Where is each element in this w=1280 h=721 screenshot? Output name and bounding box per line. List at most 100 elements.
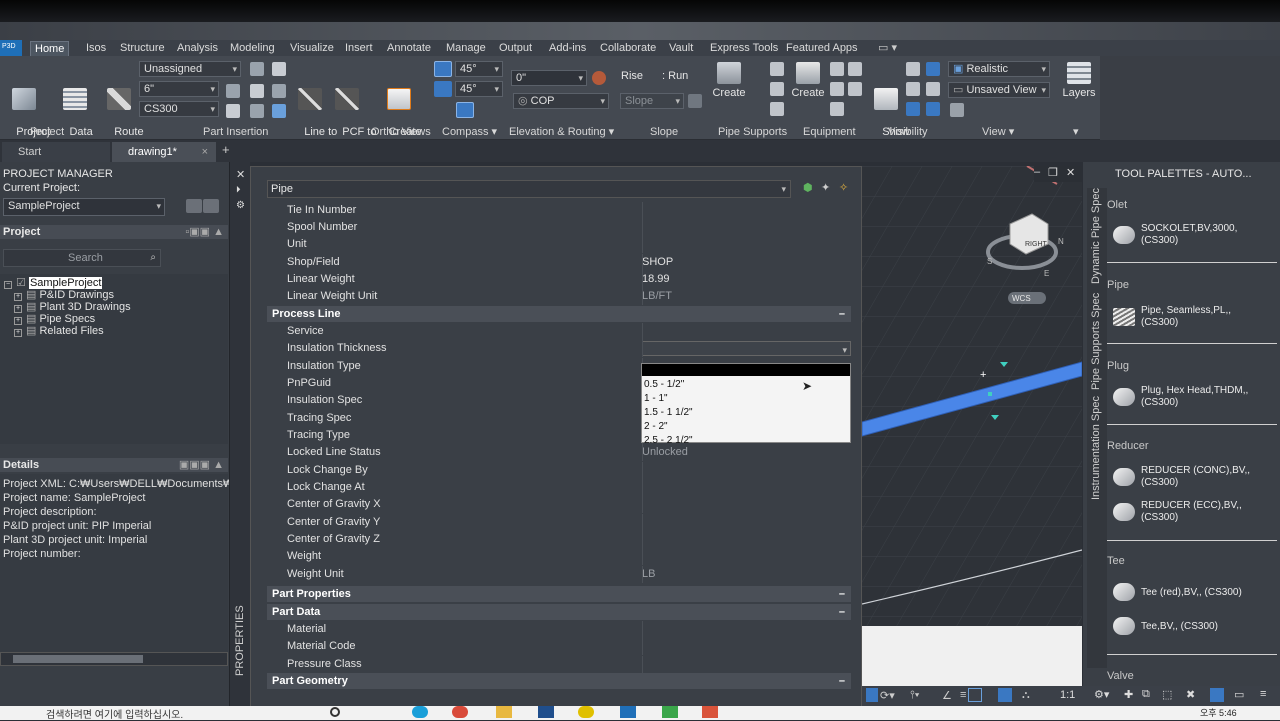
tab-insert[interactable]: Insert [341,41,377,56]
object-type-select[interactable]: Pipe ▾ [267,180,791,198]
close-tab-icon[interactable]: × [202,142,208,162]
tab-collaborate[interactable]: Collaborate [596,41,660,56]
snap-icon[interactable] [456,102,474,118]
prop-row[interactable]: Center of Gravity Z [267,531,851,548]
units-icon[interactable] [1210,688,1224,702]
pipe-size-select[interactable]: 6" [139,81,219,97]
palette-item-reducer-conc[interactable]: REDUCER (CONC),BV,, (CS300) [1109,462,1277,494]
store-icon[interactable] [538,706,554,718]
elevation-input[interactable]: 0" [511,70,587,86]
named-view-select[interactable]: ▭ Unsaved View [948,82,1050,98]
palette-item-tee-red[interactable]: Tee (red),BV,, (CS300) [1109,577,1277,609]
tab-featured-apps[interactable]: Featured Apps [782,41,862,56]
equipment-tool-icon[interactable] [830,82,844,96]
pipe-spec-select[interactable]: CS300 [139,101,219,117]
details-controls-icon[interactable]: ▣▣▣ ▲ [179,458,224,472]
tab-structure[interactable]: Structure [116,41,169,56]
tab-isos[interactable]: Isos [82,41,110,56]
prop-row[interactable]: Material [267,621,851,638]
3d-osnap-icon[interactable] [998,688,1012,702]
dropdown-option[interactable]: 1.5 - 1 1/2" [644,406,693,420]
tab-output[interactable]: Output [495,41,536,56]
prop-row[interactable]: Locked Line Status Unlocked [267,444,851,461]
tab-pipe-supports-spec[interactable]: Pipe Supports Spec [1090,293,1102,390]
visibility-tool-icon[interactable] [906,82,920,96]
panel-controls-icon[interactable]: ▫▣▣ ▲ [185,225,224,239]
kakao-icon[interactable] [578,706,594,718]
visibility-tool-icon[interactable] [906,102,920,116]
section-part-geometry[interactable]: Part Geometry – [267,673,851,689]
tab-visualize[interactable]: Visualize [286,41,338,56]
minimize-icon[interactable]: ‒ [1034,166,1040,178]
prop-row[interactable]: Linear Weight 18.99 [267,271,851,288]
equipment-tool-icon[interactable] [848,62,862,76]
palette-settings-icon[interactable]: ⚙ [236,200,245,211]
tool-icon[interactable] [226,104,240,118]
compass-step-icon[interactable] [434,81,452,97]
tab-home[interactable]: Home [30,41,70,56]
layers-button[interactable]: Layers [1058,62,1100,100]
prop-row[interactable]: Center of Gravity Y [267,514,851,531]
visual-style-select[interactable]: ▣ Realistic [948,61,1050,77]
command-line-area[interactable] [862,626,1082,686]
application-button[interactable]: P3D [0,40,22,56]
close-palette-icon[interactable]: ✕ [236,168,245,181]
visibility-tool-icon[interactable] [926,82,940,96]
tool-icon[interactable] [250,62,264,76]
tree-item-pipe-specs[interactable]: + ▤ Pipe Specs [14,313,95,325]
visibility-tool-icon[interactable] [906,62,920,76]
tab-drawing1[interactable]: drawing1* × [112,142,216,162]
project-toolbar-icon[interactable] [186,199,202,213]
panel-label-view[interactable]: View ▾ [982,125,1014,139]
palette-item-sockolet[interactable]: SOCKOLET,BV,3000, (CS300) [1109,220,1277,252]
prop-row[interactable]: Lock Change At [267,479,851,496]
isolate-icon[interactable]: ⧉ [1142,688,1150,701]
app-icon[interactable] [662,706,678,718]
panel-label-elevation-routing[interactable]: Elevation & Routing ▾ [509,125,614,139]
tool-icon[interactable] [272,104,286,118]
taskbar-search[interactable]: 검색하려면 여기에 입력하십시오. [46,706,183,721]
hardware-accel-icon[interactable]: ⬚ [1162,688,1172,701]
plus-icon[interactable]: ✚ [1124,688,1133,701]
tab-instrumentation-spec[interactable]: Instrumentation Spec [1090,396,1102,500]
snap-tracking-icon[interactable]: ⫯▾ [910,689,919,702]
orbit-icon[interactable]: ⟳▾ [880,689,895,702]
support-tool-icon[interactable] [770,82,784,96]
prop-row[interactable]: Lock Change By [267,462,851,479]
section-part-data[interactable]: Part Data – [267,604,851,620]
compass-angle-select[interactable]: 45° [455,61,503,77]
dropdown-option[interactable]: 2.5 - 2 1/2" [644,434,693,446]
prop-row[interactable]: Weight [267,548,851,565]
tab-dynamic-pipe-spec[interactable]: Dynamic Pipe Spec [1090,188,1102,284]
app-icon[interactable] [620,706,636,718]
section-part-properties[interactable]: Part Properties – [267,586,851,602]
annotation-icon[interactable]: ⛬ [1022,689,1030,702]
new-tab-button[interactable]: + [222,142,230,157]
equipment-tool-icon[interactable] [848,82,862,96]
ribbon-expand-icon[interactable]: ▾ [1073,125,1079,139]
quick-select-icon[interactable]: ⬢ [803,181,813,194]
annotation-scale[interactable]: 1:1 [1060,689,1075,701]
chrome-icon[interactable] [452,706,468,718]
fullscreen-icon[interactable]: ▭ [1234,688,1244,701]
prop-row[interactable]: Center of Gravity X [267,496,851,513]
project-toolbar-icon[interactable] [203,199,219,213]
toggle-pickadd-icon[interactable]: ✧ [839,181,848,194]
edge-icon[interactable] [412,706,428,718]
cop-select[interactable]: ◎ COP [513,93,609,109]
dropdown-option[interactable]: 2 - 2" [644,420,668,434]
equipment-tool-icon[interactable] [830,62,844,76]
tab-modeling[interactable]: Modeling [226,41,279,56]
visibility-tool-icon[interactable] [926,62,940,76]
autohide-icon[interactable]: ⏵ [236,184,241,195]
prop-row[interactable]: Shop/Field SHOP [267,254,851,271]
close-icon[interactable]: ✕ [1066,166,1075,179]
viewport-config-icon[interactable] [950,103,964,117]
customization-icon[interactable]: ≡ [1260,688,1266,700]
insulation-thickness-select[interactable]: ▾ [642,341,851,356]
prop-row[interactable]: Tie In Number [267,202,851,219]
transparency-icon[interactable]: ≡ [960,689,966,701]
dropdown-option[interactable]: 1 - 1" [644,392,668,406]
tree-item-related-files[interactable]: + ▤ Related Files [14,325,104,337]
tab-start[interactable]: Start [2,142,110,162]
